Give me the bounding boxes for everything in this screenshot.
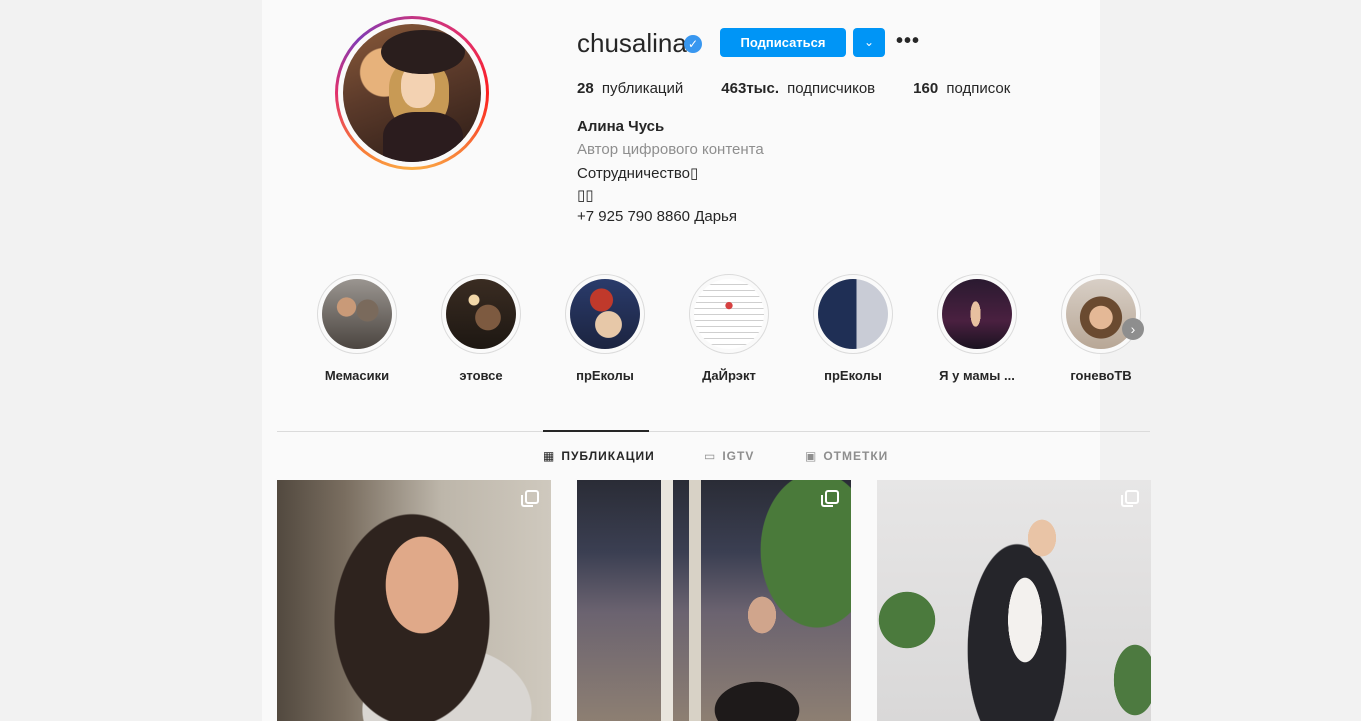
tab-tagged[interactable]: ▣ ОТМЕТКИ	[805, 449, 888, 463]
grid-icon: ▦	[543, 449, 556, 463]
tab-igtv[interactable]: ▭ IGTV	[704, 449, 754, 463]
highlight-cover	[942, 279, 1012, 349]
highlight-cover	[570, 279, 640, 349]
tab-posts[interactable]: ▦ ПУБЛИКАЦИИ	[543, 449, 655, 463]
active-tab-indicator	[543, 430, 649, 432]
carousel-icon	[821, 490, 839, 507]
highlight-item[interactable]: прЕколы	[565, 274, 645, 383]
bio-line: ▯▯	[577, 187, 594, 204]
highlight-label: прЕколы	[576, 368, 634, 383]
following-count[interactable]: 160 подписок	[913, 80, 1010, 97]
tabs-divider	[277, 431, 1150, 432]
post-thumbnail[interactable]	[577, 480, 851, 721]
highlight-item[interactable]: Я у мамы ...	[937, 274, 1017, 383]
highlight-label: гоневоТВ	[1070, 368, 1132, 383]
tab-tagged-label: ОТМЕТКИ	[823, 449, 889, 463]
tagged-icon: ▣	[805, 449, 818, 463]
highlight-label: прЕколы	[824, 368, 882, 383]
posts-count: 28 публикаций	[577, 80, 684, 97]
highlight-label: Я у мамы ...	[939, 368, 1015, 383]
profile-stats: 28 публикаций 463тыс. подписчиков 160 по…	[577, 80, 1048, 97]
bio-phone: +7 925 790 8860 Дарья	[577, 208, 737, 225]
carousel-icon	[521, 490, 539, 507]
bio-line: Сотрудничество▯	[577, 165, 699, 182]
highlight-label: Мемасики	[324, 368, 390, 383]
highlight-cover	[1066, 279, 1136, 349]
profile-username: chusalina	[577, 28, 687, 58]
igtv-icon: ▭	[704, 449, 717, 463]
highlight-cover	[322, 279, 392, 349]
highlight-cover	[818, 279, 888, 349]
highlight-cover	[446, 279, 516, 349]
highlight-item[interactable]: Мемасики	[317, 274, 397, 383]
carousel-icon	[1121, 490, 1139, 507]
highlight-item[interactable]: прЕколы	[813, 274, 893, 383]
profile-avatar[interactable]	[335, 16, 489, 170]
tab-posts-label: ПУБЛИКАЦИИ	[561, 449, 655, 463]
highlight-cover	[694, 279, 764, 349]
avatar-image	[343, 24, 481, 162]
followers-count[interactable]: 463тыс. подписчиков	[721, 80, 875, 97]
tab-igtv-label: IGTV	[722, 449, 755, 463]
suggested-accounts-dropdown-button[interactable]: ⌄	[853, 28, 885, 57]
follow-button[interactable]: Подписаться	[720, 28, 846, 57]
profile-full-name: Алина Чусь	[577, 118, 665, 135]
chevron-right-icon[interactable]: ›	[1122, 318, 1144, 340]
more-icon: •••	[895, 30, 920, 52]
chevron-down-icon: ⌄	[863, 35, 875, 49]
highlight-item[interactable]: ДаЙрэкт	[689, 274, 769, 383]
more-options-button[interactable]: •••	[895, 28, 921, 57]
post-thumbnail[interactable]	[877, 480, 1151, 721]
post-thumbnail[interactable]	[277, 480, 551, 721]
profile-category: Автор цифрового контента	[577, 141, 764, 158]
verified-badge-icon: ✓	[684, 35, 702, 53]
highlight-item[interactable]: этовсе	[441, 274, 521, 383]
highlight-label: этовсе	[459, 368, 503, 383]
highlight-label: ДаЙрэкт	[702, 368, 756, 383]
